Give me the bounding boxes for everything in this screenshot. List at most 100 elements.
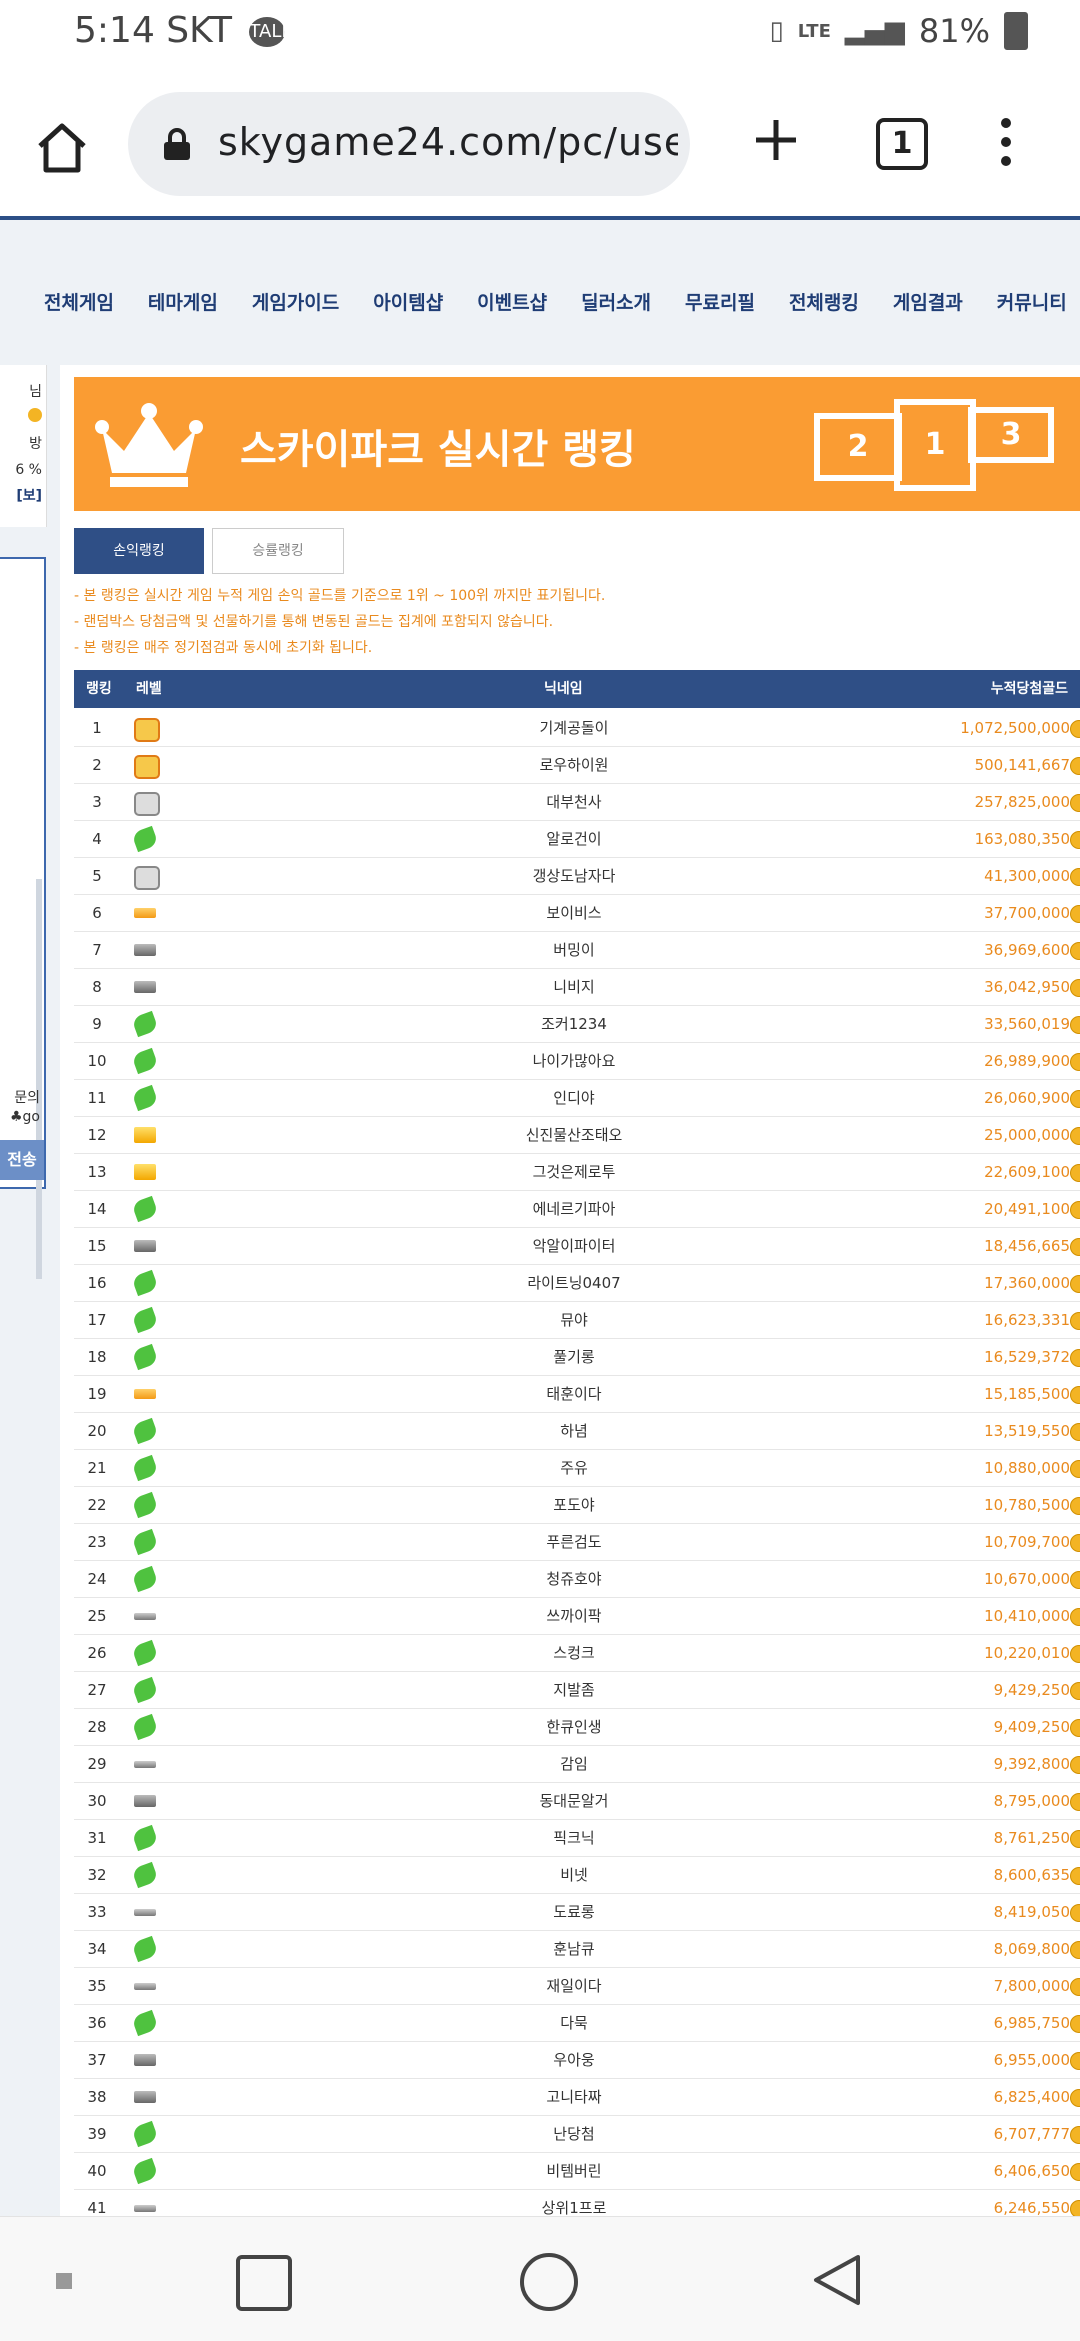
sidebar-link[interactable]: [보] [0, 483, 46, 509]
nickname-cell[interactable]: 나이가많아요 [274, 1043, 874, 1079]
level-badge-icon [131, 1676, 159, 1704]
nickname-cell[interactable]: 주유 [274, 1450, 874, 1486]
nickname-cell[interactable]: 푸른검도 [274, 1524, 874, 1560]
url-text[interactable]: skygame24.com/pc/user_ra [218, 120, 678, 164]
nickname-cell[interactable]: 한큐인생 [274, 1709, 874, 1745]
nickname-cell[interactable]: 신진물산조태오 [274, 1117, 874, 1153]
nickname-cell[interactable]: 하념 [274, 1413, 874, 1449]
table-row: 29 감임 9,392,800 [74, 1746, 1080, 1783]
nickname-cell[interactable]: 악알이파이터 [274, 1228, 874, 1264]
home-nav-icon[interactable] [520, 2253, 578, 2311]
rank-cell: 1 [92, 719, 102, 737]
kakaotalk-icon: TALK [249, 17, 293, 47]
signal-icon: ▂▄▆ [844, 16, 905, 46]
nickname-cell[interactable]: 포도야 [274, 1487, 874, 1523]
menu-dot-icon[interactable] [56, 2273, 72, 2289]
nickname-cell[interactable]: 비넷 [274, 1857, 874, 1893]
nickname-cell[interactable]: 태훈이다 [274, 1376, 874, 1412]
coin-icon [1070, 1682, 1080, 1700]
nickname-cell[interactable]: 스컹크 [274, 1635, 874, 1671]
nickname-cell[interactable]: 뮤야 [274, 1302, 874, 1338]
table-row: 28 한큐인생 9,409,250 [74, 1709, 1080, 1746]
coin-icon [1070, 1201, 1080, 1219]
table-row: 2 로우하이원 500,141,667 [74, 747, 1080, 784]
table-row: 10 나이가많아요 26,989,900 [74, 1043, 1080, 1080]
nav-item-all-ranking[interactable]: 전체랭킹 [789, 288, 859, 315]
coin-icon [1070, 1312, 1080, 1330]
rank-cell: 34 [87, 1940, 107, 1958]
nav-item-dealers[interactable]: 딜러소개 [581, 288, 651, 315]
more-menu-icon[interactable] [996, 118, 1016, 170]
home-icon[interactable] [34, 120, 90, 176]
nickname-cell[interactable]: 알로건이 [274, 821, 874, 857]
level-badge-icon [134, 2054, 156, 2066]
rank-cell: 26 [87, 1644, 107, 1662]
table-row: 22 포도야 10,780,500 [74, 1487, 1080, 1524]
nav-item-community[interactable]: 커뮤니티 [997, 288, 1067, 315]
recents-icon[interactable] [236, 2255, 292, 2311]
nickname-cell[interactable]: 니비지 [274, 969, 874, 1005]
nickname-cell[interactable]: 로우하이원 [274, 747, 874, 783]
nickname-cell[interactable]: 동대문알거 [274, 1783, 874, 1819]
nickname-cell[interactable]: 보이비스 [274, 895, 874, 931]
nickname-cell[interactable]: 버밍이 [274, 932, 874, 968]
back-icon[interactable] [808, 2251, 864, 2309]
rank-cell: 14 [87, 1200, 107, 1218]
nickname-cell[interactable]: 감임 [274, 1746, 874, 1782]
nickname-cell[interactable]: 다묵 [274, 2005, 874, 2041]
nickname-cell[interactable]: 훈남큐 [274, 1931, 874, 1967]
nav-item-all-games[interactable]: 전체게임 [44, 288, 114, 315]
nickname-cell[interactable]: 지발좀 [274, 1672, 874, 1708]
nickname-cell[interactable]: 쓰까이팍 [274, 1598, 874, 1634]
nickname-cell[interactable]: 대부천사 [274, 784, 874, 820]
chat-scrollbar[interactable] [36, 879, 42, 1279]
rank-cell: 21 [87, 1459, 107, 1477]
status-time: 5:14 [74, 10, 155, 51]
nickname-cell[interactable]: 라이트닝0407 [274, 1265, 874, 1301]
nickname-cell[interactable]: 청쥬호야 [274, 1561, 874, 1597]
gold-cell: 8,795,000 [993, 1792, 1070, 1810]
send-button[interactable]: 전송 [0, 1140, 44, 1180]
nickname-cell[interactable]: 비템버린 [274, 2153, 874, 2189]
nickname-cell[interactable]: 픽크닉 [274, 1820, 874, 1856]
coin-icon [1070, 905, 1080, 923]
nav-item-theme-games[interactable]: 테마게임 [148, 288, 218, 315]
nickname-cell[interactable]: 그것은제로투 [274, 1154, 874, 1190]
nickname-cell[interactable]: 재일이다 [274, 1968, 874, 2004]
nickname-cell[interactable]: 인디야 [274, 1080, 874, 1116]
nav-item-event-shop[interactable]: 이벤트샵 [477, 288, 547, 315]
nickname-cell[interactable]: 풀기롱 [274, 1339, 874, 1375]
rank-cell: 9 [92, 1015, 102, 1033]
nickname-cell[interactable]: 기계공돌이 [274, 710, 874, 746]
chat-snippet: 문의 [14, 1090, 40, 1106]
table-row: 27 지발좀 9,429,250 [74, 1672, 1080, 1709]
new-tab-icon[interactable] [752, 116, 800, 164]
table-row: 38 고니타짜 6,825,400 [74, 2079, 1080, 2116]
nickname-cell[interactable]: 도료롱 [274, 1894, 874, 1930]
level-badge-icon [134, 792, 160, 816]
gold-cell: 33,560,019 [984, 1015, 1070, 1033]
rank-cell: 35 [87, 1977, 107, 1995]
url-bar[interactable]: skygame24.com/pc/user_ra [128, 92, 690, 196]
nickname-cell[interactable]: 우아웅 [274, 2042, 874, 2078]
nav-item-game-guide[interactable]: 게임가이드 [252, 288, 339, 315]
tab-switcher-button[interactable]: 1 [876, 118, 928, 170]
tab-winrate-ranking[interactable]: 승률랭킹 [212, 528, 344, 574]
table-row: 11 인디야 26,060,900 [74, 1080, 1080, 1117]
nav-item-item-shop[interactable]: 아이템샵 [373, 288, 443, 315]
gold-cell: 8,761,250 [993, 1829, 1070, 1847]
nickname-cell[interactable]: 갱상도남자다 [274, 858, 874, 894]
gold-cell: 16,623,331 [984, 1311, 1070, 1329]
level-badge-icon [131, 1491, 159, 1519]
tab-profit-ranking[interactable]: 손익랭킹 [74, 528, 204, 574]
level-badge-icon [134, 1127, 156, 1143]
nav-item-game-results[interactable]: 게임결과 [893, 288, 963, 315]
coin-icon [1070, 2163, 1080, 2181]
nickname-cell[interactable]: 고니타짜 [274, 2079, 874, 2115]
nickname-cell[interactable]: 난당첨 [274, 2116, 874, 2152]
gold-cell: 10,670,000 [984, 1570, 1070, 1588]
table-row: 16 라이트닝0407 17,360,000 [74, 1265, 1080, 1302]
nav-item-free-refill[interactable]: 무료리필 [685, 288, 755, 315]
nickname-cell[interactable]: 에네르기파아 [274, 1191, 874, 1227]
nickname-cell[interactable]: 조커1234 [274, 1006, 874, 1042]
